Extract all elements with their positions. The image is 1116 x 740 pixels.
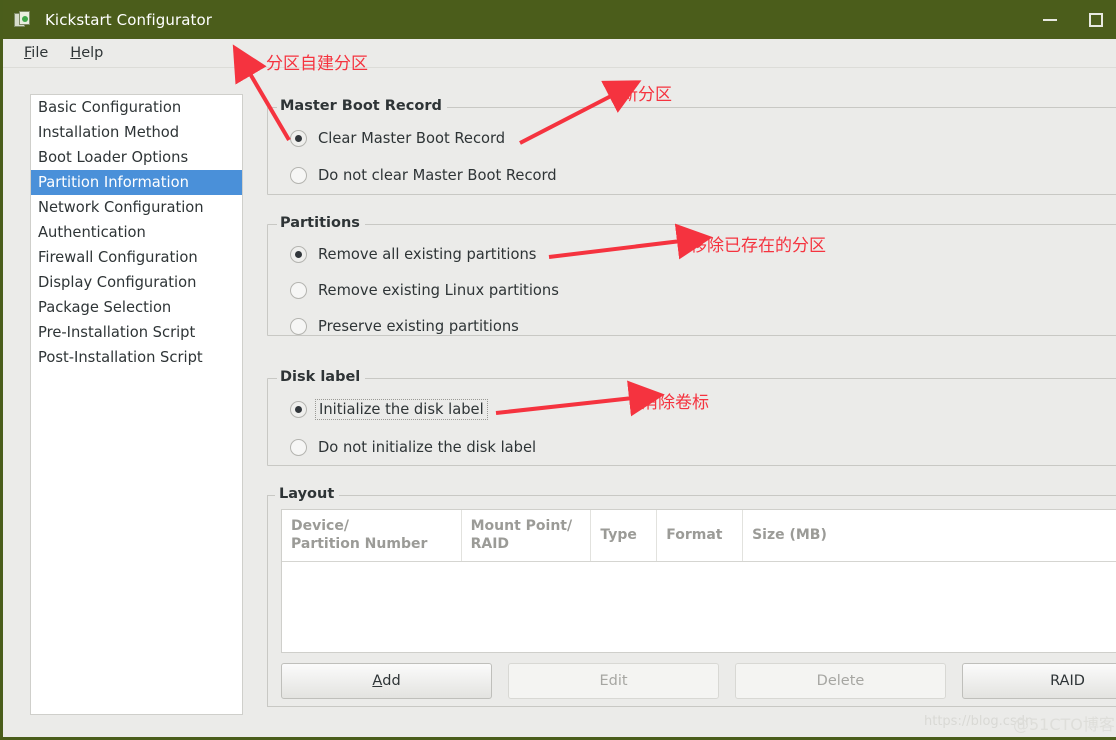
group-title-disk-label: Disk label (277, 369, 366, 385)
radio-indicator-icon (290, 317, 307, 335)
table-body[interactable] (282, 562, 1116, 652)
radio-indicator-icon (290, 281, 307, 299)
radio-label-clear-mbr: Clear Master Boot Record (318, 129, 506, 147)
radio-indicator-icon (290, 166, 307, 184)
menu-file[interactable]: File (13, 43, 59, 63)
radio-label-initialize-disk-label: Initialize the disk label (315, 398, 488, 420)
maximize-button[interactable] (1073, 0, 1116, 39)
radio-label-remove-existing-linux-partitions: Remove existing Linux partitions (318, 281, 559, 299)
radio-initialize-disk-label[interactable]: Initialize the disk label (290, 398, 488, 420)
sidebar-item-pre-installation-script[interactable]: Pre-Installation Script (31, 320, 242, 345)
group-title-master-boot-record: Master Boot Record (277, 98, 447, 114)
radio-label-remove-all-existing-partitions: Remove all existing partitions (318, 245, 537, 263)
radio-indicator-icon (290, 129, 307, 147)
minimize-button[interactable] (1027, 0, 1073, 39)
window-controls (1027, 0, 1116, 39)
annotation-remove-existing-partition: 移除已存在的分区 (690, 236, 826, 256)
sidebar-item-package-selection[interactable]: Package Selection (31, 295, 242, 320)
raid-button[interactable]: RAID (962, 663, 1116, 699)
radio-indicator-icon (290, 245, 307, 263)
partition-layout-table[interactable]: Device/ Partition Number Mount Point/ RA… (281, 509, 1116, 653)
radio-label-do-not-clear-mbr: Do not clear Master Boot Record (318, 166, 557, 184)
annotation-partition-self-create: 分区自建分区 (266, 54, 368, 74)
table-header-type: Type (591, 510, 658, 561)
group-title-layout: Layout (276, 486, 340, 502)
group-layout: Layout Device/ Partition Number Mount Po… (267, 486, 1116, 707)
radio-do-not-initialize-disk-label[interactable]: Do not initialize the disk label (290, 436, 536, 458)
navigation-list[interactable]: Basic Configuration Installation Method … (30, 94, 243, 715)
menu-help[interactable]: Help (59, 43, 114, 63)
radio-remove-existing-linux-partitions[interactable]: Remove existing Linux partitions (290, 279, 559, 301)
sidebar-item-post-installation-script[interactable]: Post-Installation Script (31, 345, 242, 370)
delete-button[interactable]: Delete (735, 663, 946, 699)
title-bar: Kickstart Configurator (3, 0, 1116, 39)
maximize-icon (1089, 12, 1103, 27)
minimize-icon (1043, 18, 1057, 21)
table-header-mount-point-raid: Mount Point/ RAID (462, 510, 592, 561)
table-header-size-mb: Size (MB) (752, 526, 827, 543)
group-title-partitions: Partitions (277, 215, 365, 231)
radio-clear-mbr[interactable]: Clear Master Boot Record (290, 127, 505, 149)
radio-do-not-clear-mbr[interactable]: Do not clear Master Boot Record (290, 164, 557, 186)
application-window: Kickstart Configurator File Help Basic C… (0, 0, 1116, 740)
annotation-clear-volume-label: 消除卷标 (641, 393, 709, 413)
add-button[interactable]: Add (281, 663, 492, 699)
edit-button[interactable]: Edit (508, 663, 719, 699)
radio-preserve-existing-partitions[interactable]: Preserve existing partitions (290, 315, 519, 337)
app-kickstart-icon (14, 10, 34, 30)
sidebar-item-network-configuration[interactable]: Network Configuration (31, 195, 242, 220)
annotation-new-partition: 新分区 (621, 85, 672, 105)
radio-label-preserve-existing-partitions: Preserve existing partitions (318, 317, 519, 335)
sidebar-item-display-configuration[interactable]: Display Configuration (31, 270, 242, 295)
radio-indicator-icon (290, 400, 307, 418)
group-master-boot-record: Master Boot Record Clear Master Boot Rec… (267, 98, 1116, 195)
menu-help-label: elp (81, 45, 104, 61)
add-button-label: dd (382, 673, 401, 689)
sidebar-item-basic-configuration[interactable]: Basic Configuration (31, 95, 242, 120)
table-header-row: Device/ Partition Number Mount Point/ RA… (282, 510, 1116, 562)
radio-remove-all-existing-partitions[interactable]: Remove all existing partitions (290, 243, 536, 265)
table-header-format: Format (657, 510, 744, 561)
sidebar-item-partition-information[interactable]: Partition Information (31, 170, 242, 195)
menu-file-label: ile (31, 45, 49, 61)
radio-label-do-not-initialize-disk-label: Do not initialize the disk label (318, 438, 537, 456)
watermark-51cto: @51CTO博客 (1013, 715, 1115, 734)
sidebar-item-firewall-configuration[interactable]: Firewall Configuration (31, 245, 242, 270)
menu-bar: File Help (3, 39, 1116, 68)
sidebar-item-boot-loader-options[interactable]: Boot Loader Options (31, 145, 242, 170)
layout-button-row: Add Edit Delete RAID (281, 663, 1116, 699)
sidebar-item-installation-method[interactable]: Installation Method (31, 120, 242, 145)
radio-indicator-icon (290, 438, 307, 456)
sidebar-item-authentication[interactable]: Authentication (31, 220, 242, 245)
table-header-device-partition-number: Device/ Partition Number (282, 510, 462, 561)
window-title: Kickstart Configurator (45, 10, 213, 29)
